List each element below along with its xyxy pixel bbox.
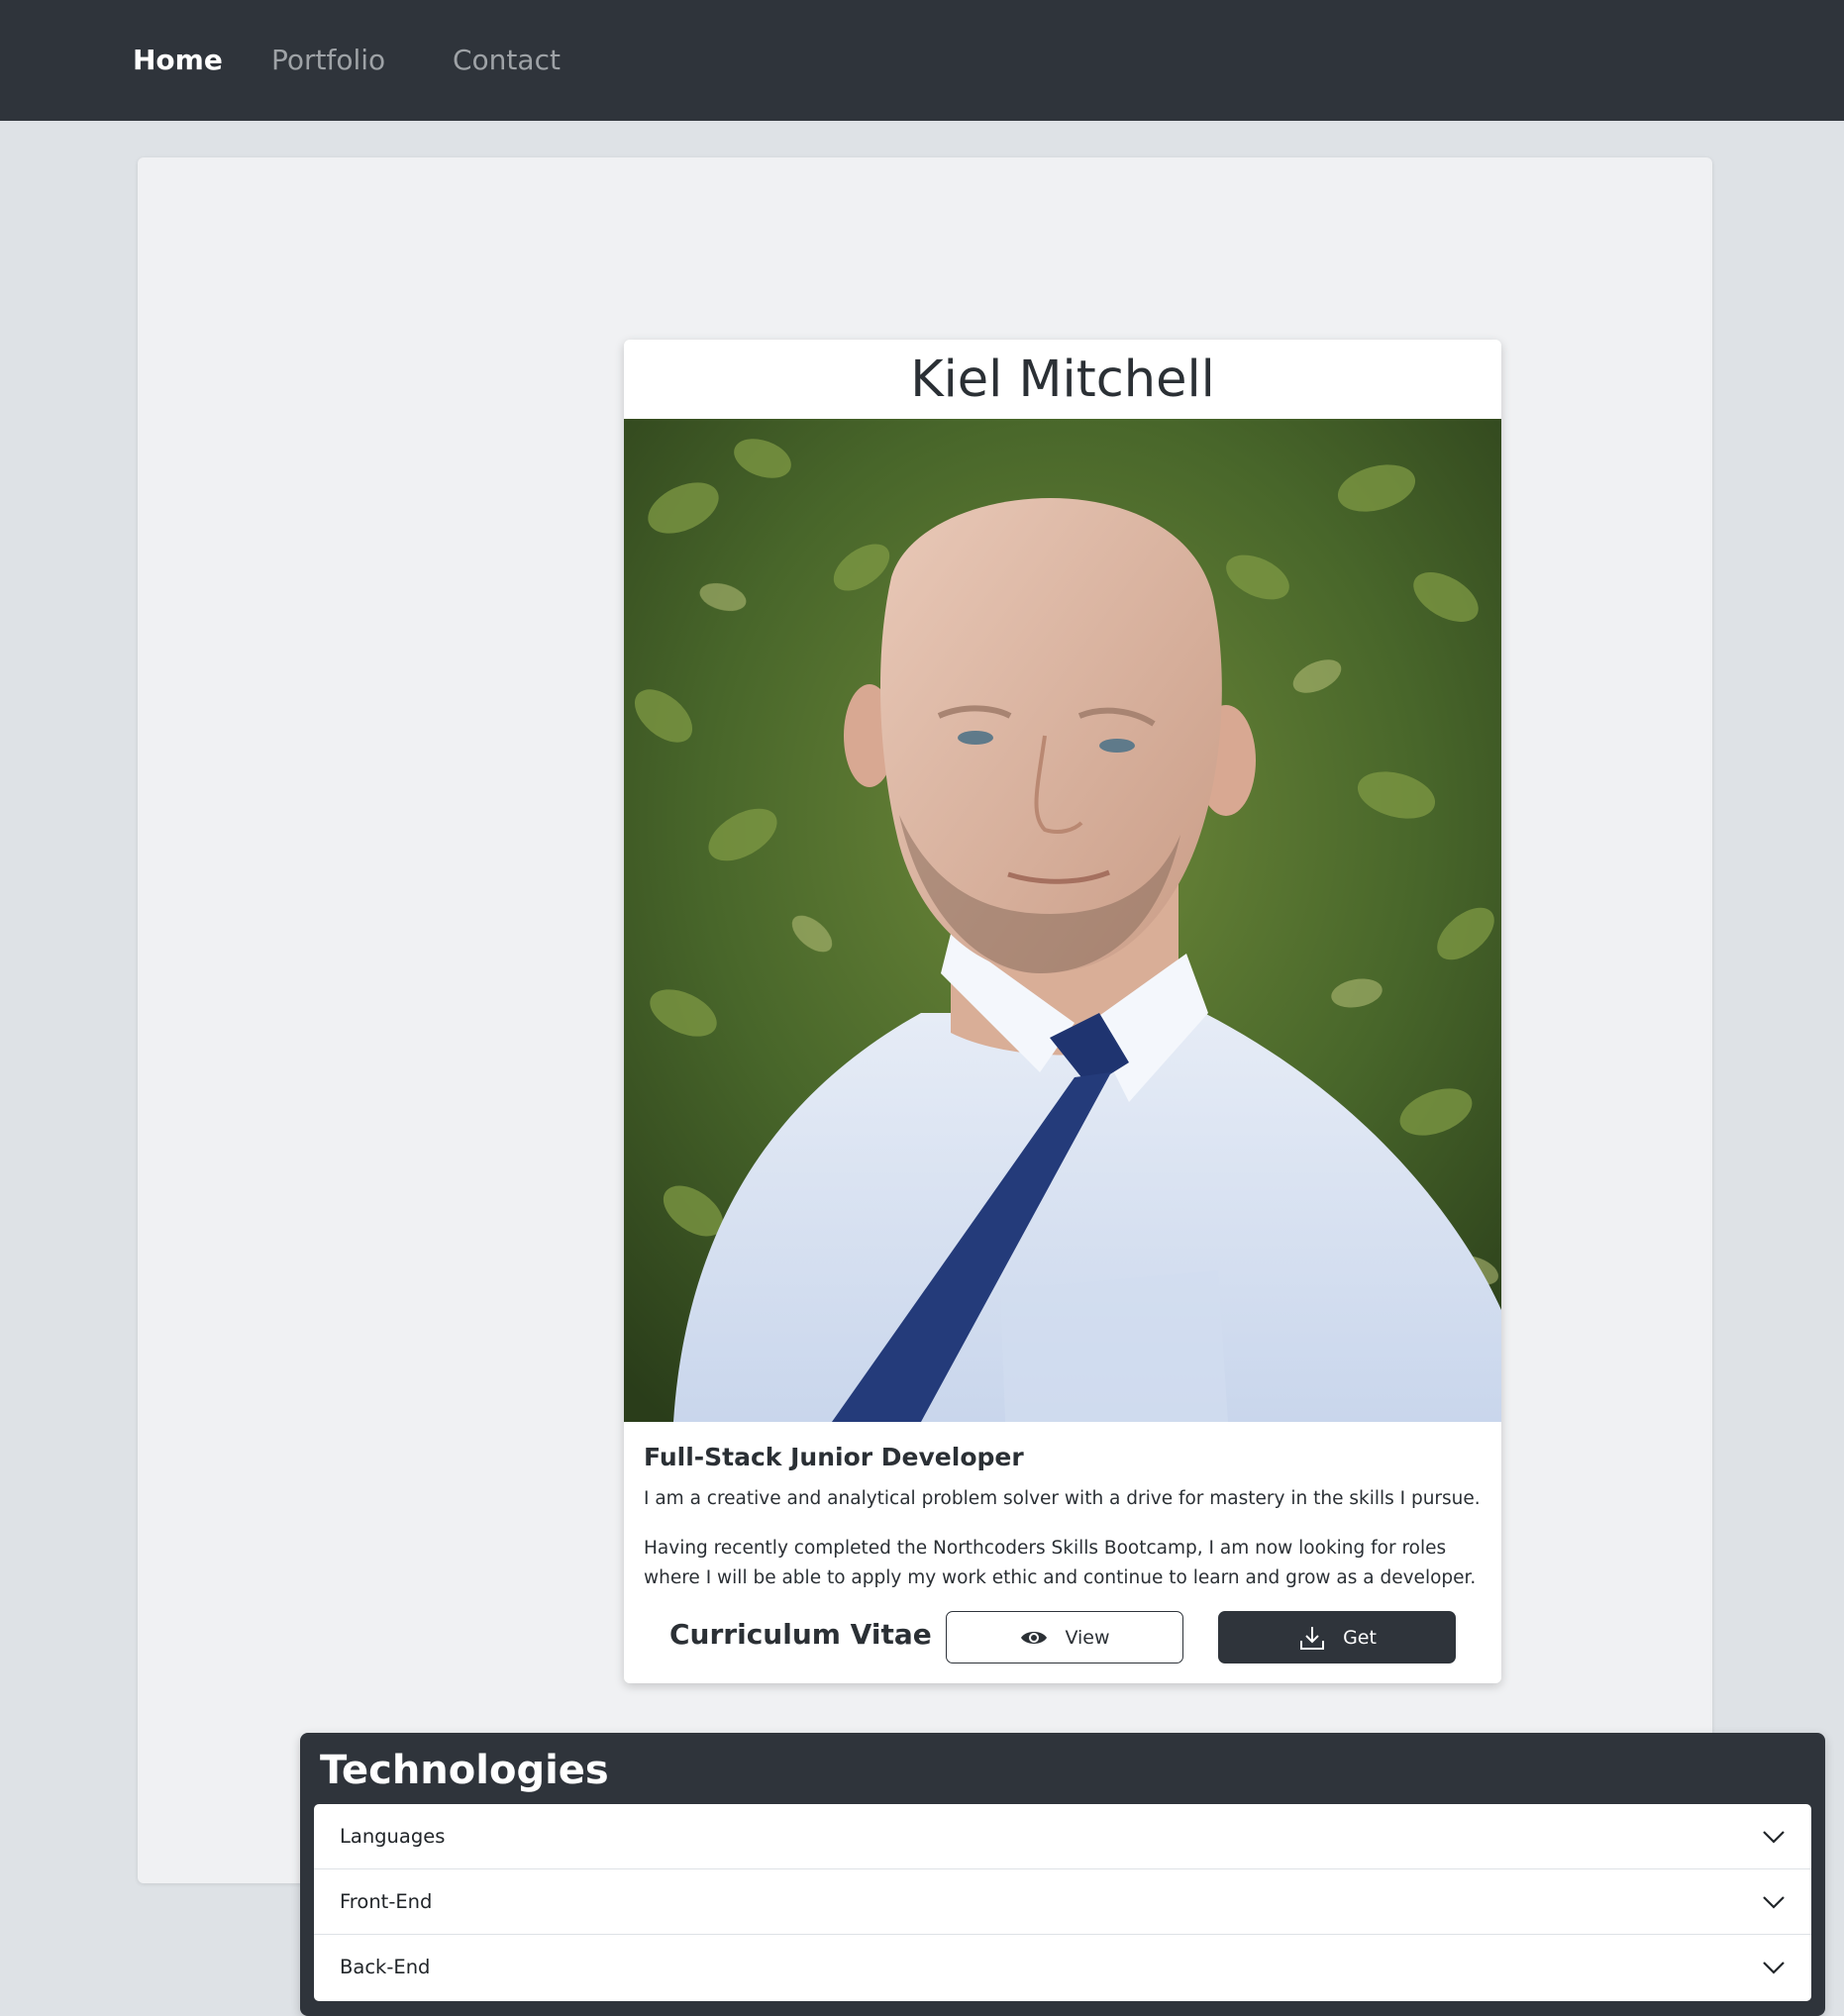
view-cv-button[interactable]: View bbox=[946, 1611, 1183, 1663]
role-title: Full-Stack Junior Developer bbox=[644, 1443, 1024, 1471]
accordion-item-front-end[interactable]: Front-End bbox=[314, 1869, 1811, 1935]
nav-link-portfolio[interactable]: Portfolio bbox=[271, 42, 385, 79]
accordion-label: Back-End bbox=[340, 1956, 431, 1978]
view-cv-label: View bbox=[1065, 1626, 1110, 1649]
technologies-accordion: Languages Front-End Back-End bbox=[314, 1804, 1811, 2001]
profile-photo bbox=[624, 419, 1501, 1422]
nav-link-contact[interactable]: Contact bbox=[453, 42, 561, 79]
get-cv-label: Get bbox=[1343, 1626, 1377, 1649]
accordion-label: Front-End bbox=[340, 1890, 433, 1913]
main-panel: Kiel Mitchell Full-Stack Junior Develope… bbox=[138, 157, 1825, 2016]
get-cv-button[interactable]: Get bbox=[1218, 1611, 1456, 1663]
accordion-item-languages[interactable]: Languages bbox=[314, 1804, 1811, 1869]
eye-icon bbox=[1019, 1623, 1049, 1653]
accordion-item-back-end[interactable]: Back-End bbox=[314, 1935, 1811, 2001]
bio-paragraph: Having recently completed the Northcoder… bbox=[644, 1538, 1477, 1588]
chevron-down-icon[interactable] bbox=[1762, 1956, 1786, 1979]
bio-paragraph: I am a creative and analytical problem s… bbox=[644, 1488, 1481, 1509]
technologies-panel: Technologies Languages Front-End Back-En… bbox=[300, 1733, 1825, 2016]
accordion-label: Languages bbox=[340, 1825, 446, 1848]
technologies-title: Technologies bbox=[320, 1748, 609, 1793]
chevron-down-icon[interactable] bbox=[1762, 1890, 1786, 1914]
chevron-down-icon[interactable] bbox=[1762, 1825, 1786, 1849]
nav-link-home[interactable]: Home bbox=[133, 42, 223, 79]
cv-label: Curriculum Vitae bbox=[669, 1618, 932, 1651]
profile-card: Kiel Mitchell Full-Stack Junior Develope… bbox=[624, 340, 1501, 1683]
top-navbar: Home Portfolio Contact bbox=[0, 0, 1844, 121]
profile-name: Kiel Mitchell bbox=[910, 351, 1215, 409]
download-icon bbox=[1297, 1623, 1327, 1653]
